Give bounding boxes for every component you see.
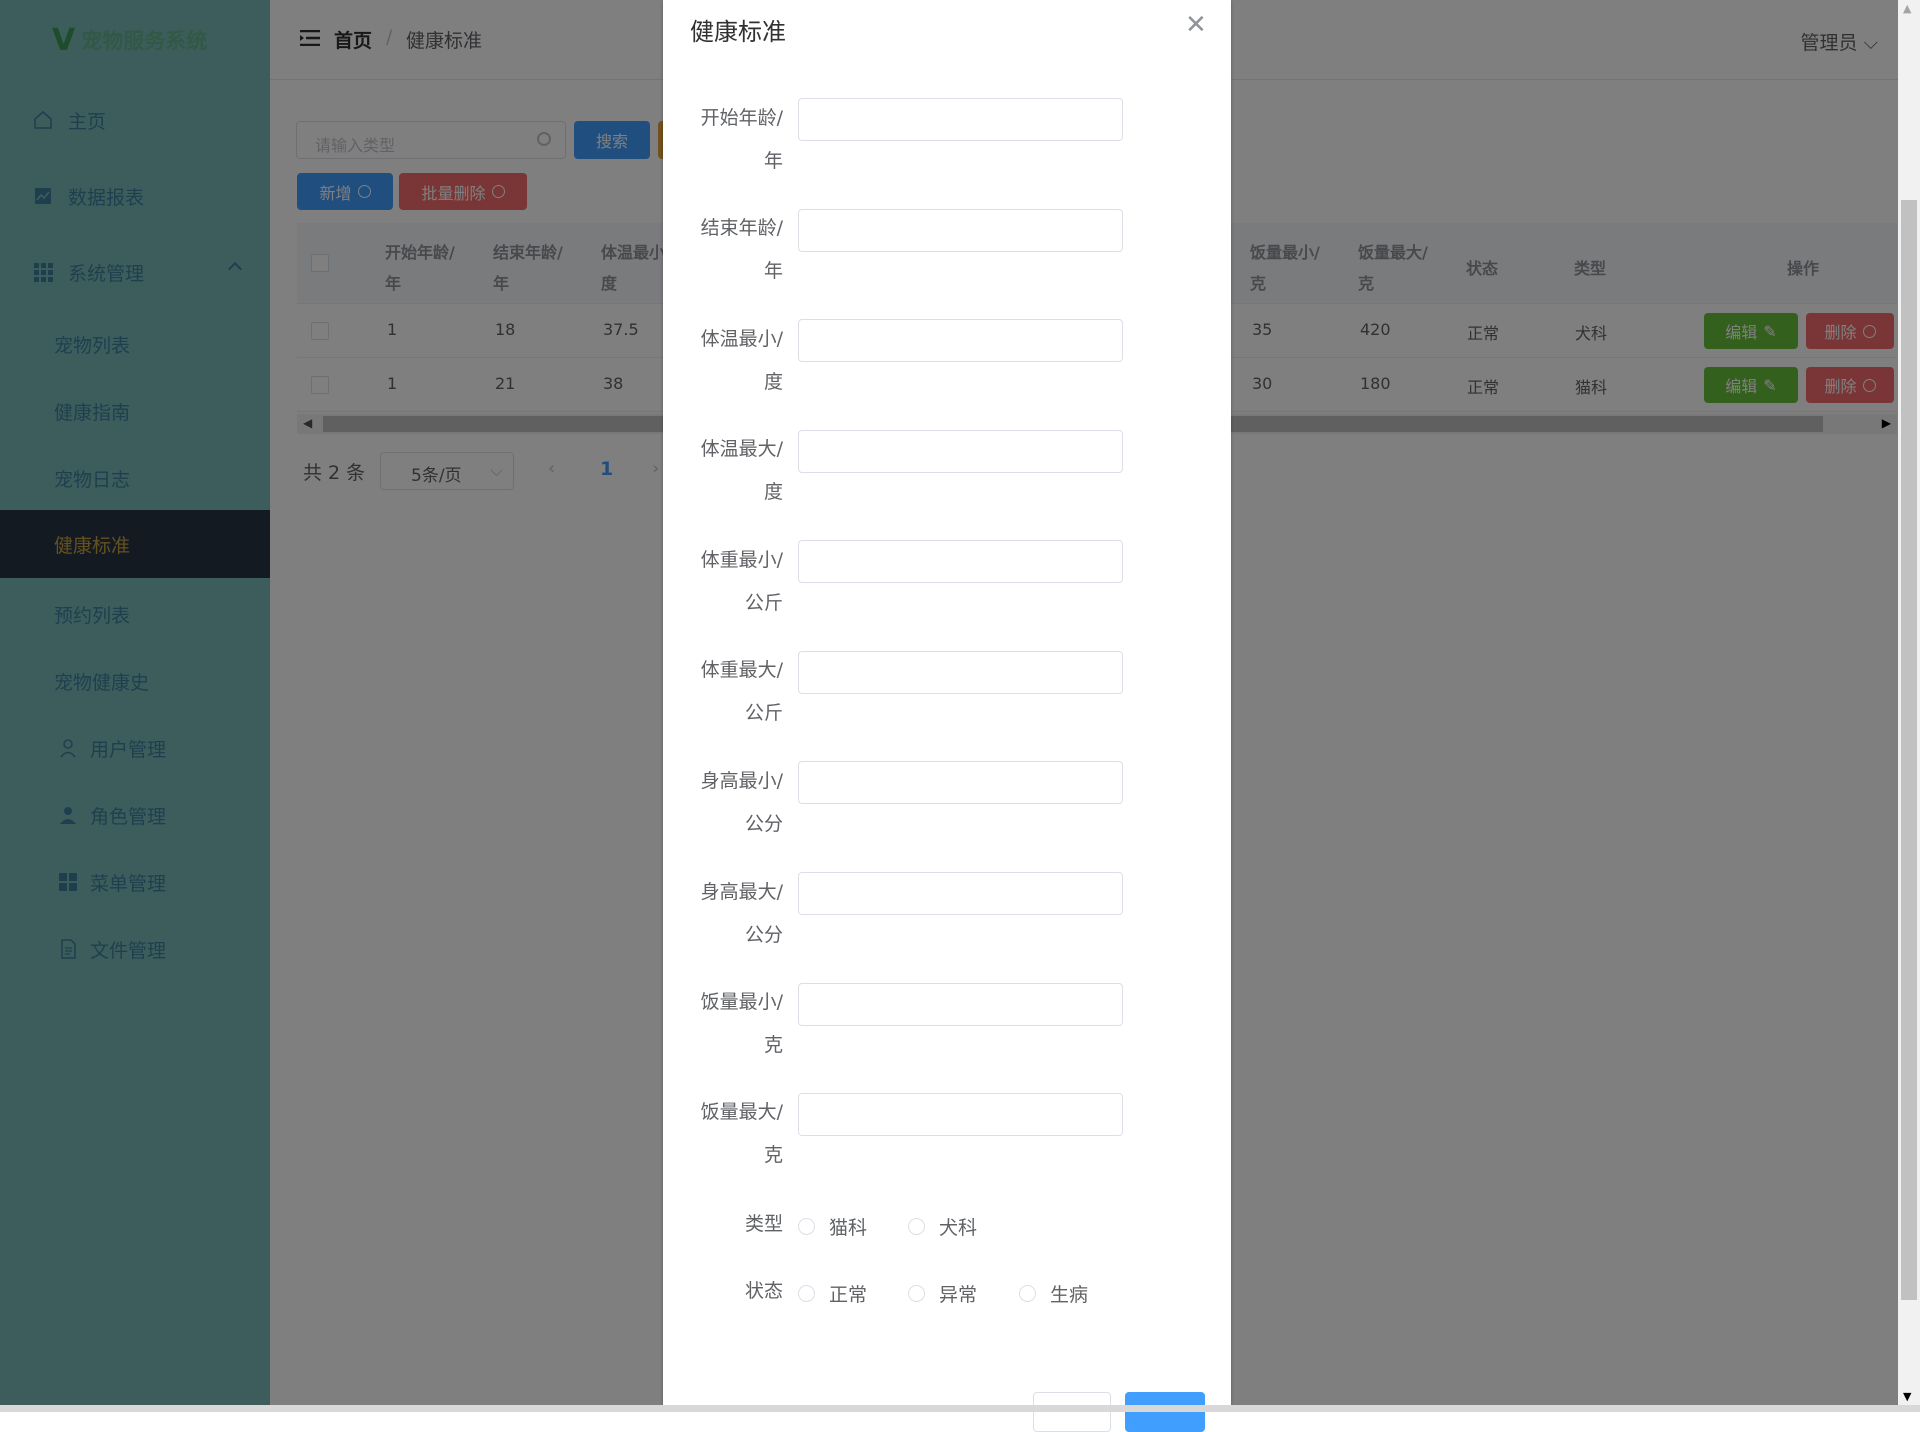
height-min-input[interactable]	[798, 761, 1123, 804]
dialog-title: 健康标准	[690, 18, 786, 46]
start-age-input[interactable]	[798, 98, 1123, 141]
radio-status-normal[interactable]: 正常	[798, 1280, 867, 1307]
radio-label: 异常	[939, 1284, 978, 1306]
status-label: 状态	[744, 1280, 783, 1302]
window-bottom-edge	[0, 1405, 1920, 1412]
radio-label: 猫科	[829, 1217, 868, 1239]
radio-label: 犬科	[939, 1217, 978, 1239]
field-label-end-age: 结束年龄/年	[700, 217, 783, 282]
radio-circle-icon	[1019, 1285, 1036, 1302]
food-max-input[interactable]	[798, 1093, 1123, 1136]
confirm-button[interactable]	[1125, 1392, 1205, 1432]
field-label-temp-max: 体温最大/度	[700, 438, 783, 503]
radio-label: 正常	[829, 1284, 868, 1306]
radio-status-sick[interactable]: 生病	[1019, 1280, 1088, 1307]
page-scrollbar-thumb[interactable]	[1901, 200, 1917, 1300]
type-label: 类型	[744, 1213, 783, 1235]
field-label-start-age: 开始年龄/年	[700, 107, 783, 172]
radio-label: 生病	[1050, 1284, 1089, 1306]
radio-circle-icon	[908, 1285, 925, 1302]
page-vertical-scrollbar[interactable]: ▲ ▼	[1898, 0, 1920, 1405]
health-standard-dialog: 健康标准 ✕ 开始年龄/年 结束年龄/年 体温最小/度 体温最大/度 体重最小/…	[663, 0, 1231, 1432]
field-label-temp-min: 体温最小/度	[700, 328, 783, 393]
temp-min-input[interactable]	[798, 319, 1123, 362]
weight-min-input[interactable]	[798, 540, 1123, 583]
field-label-food-min: 饭量最小/克	[700, 991, 783, 1056]
scroll-down-arrow-icon[interactable]: ▼	[1903, 1390, 1911, 1403]
radio-type-dog[interactable]: 犬科	[908, 1213, 977, 1240]
field-label-weight-min: 体重最小/公斤	[700, 549, 783, 614]
food-min-input[interactable]	[798, 983, 1123, 1026]
radio-circle-icon	[798, 1285, 815, 1302]
radio-circle-icon	[798, 1218, 815, 1235]
scroll-up-arrow-icon[interactable]: ▲	[1903, 2, 1911, 15]
close-icon[interactable]: ✕	[1185, 10, 1207, 40]
temp-max-input[interactable]	[798, 430, 1123, 473]
radio-circle-icon	[908, 1218, 925, 1235]
end-age-input[interactable]	[798, 209, 1123, 252]
weight-max-input[interactable]	[798, 651, 1123, 694]
field-label-weight-max: 体重最大/公斤	[700, 659, 783, 724]
field-label-height-min: 身高最小/公分	[700, 770, 783, 835]
field-label-food-max: 饭量最大/克	[700, 1101, 783, 1166]
radio-status-abnormal[interactable]: 异常	[908, 1280, 977, 1307]
cancel-button[interactable]	[1033, 1392, 1111, 1432]
radio-type-cat[interactable]: 猫科	[798, 1213, 867, 1240]
height-max-input[interactable]	[798, 872, 1123, 915]
field-label-height-max: 身高最大/公分	[700, 881, 783, 946]
